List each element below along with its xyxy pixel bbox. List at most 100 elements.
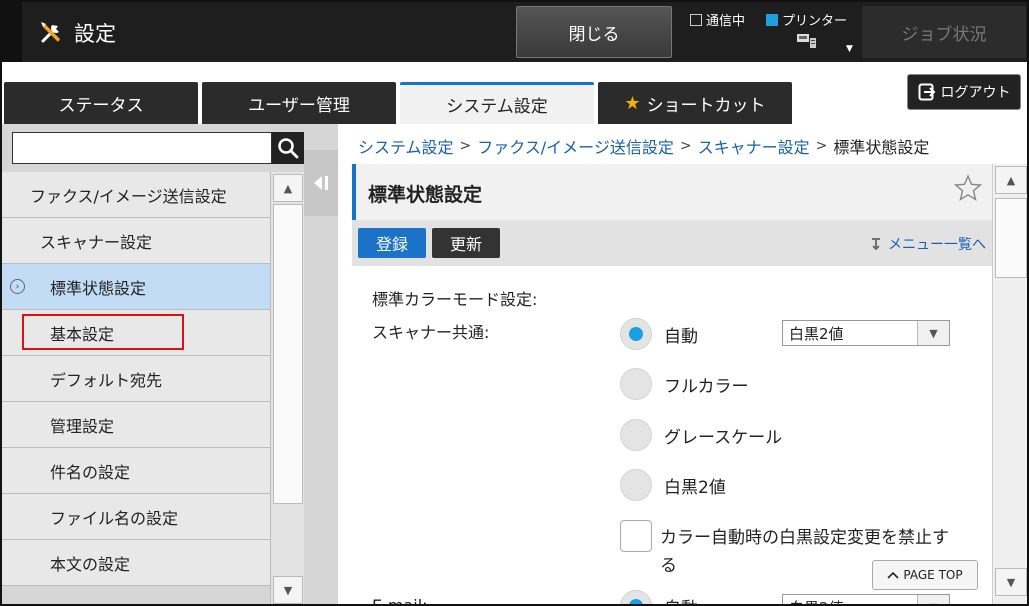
nav-item-default-settings[interactable]: › 標準状態設定 bbox=[2, 264, 270, 310]
search-icon bbox=[278, 138, 299, 159]
nav-item-admin-settings[interactable]: 管理設定 bbox=[2, 402, 270, 448]
breadcrumb-system-settings[interactable]: システム設定 bbox=[358, 134, 454, 158]
status-printer: プリンター bbox=[766, 10, 847, 29]
breadcrumb-fax-image-send[interactable]: ファクス/イメージ送信設定 bbox=[477, 134, 674, 158]
sidebar-scroll-thumb[interactable] bbox=[273, 204, 303, 504]
dropdown-arrow-icon[interactable]: ▼ bbox=[917, 321, 949, 345]
radio-auto[interactable]: 自動 bbox=[620, 318, 698, 350]
tab-user-management[interactable]: ユーザー管理 bbox=[202, 82, 396, 124]
nav-item-label: ファクス/イメージ送信設定 bbox=[30, 186, 227, 206]
email-select[interactable]: 白黒2値 ▼ bbox=[782, 594, 950, 605]
chevron-up-icon bbox=[887, 571, 899, 579]
nav-item-label: 本文の設定 bbox=[50, 554, 131, 574]
nav-item-fax-image-send[interactable]: ファクス/イメージ送信設定 bbox=[2, 172, 270, 218]
breadcrumb-current: 標準状態設定 bbox=[833, 138, 930, 157]
close-button[interactable]: 閉じる bbox=[516, 6, 672, 58]
search-input[interactable] bbox=[12, 132, 272, 164]
nav-item-label: 管理設定 bbox=[50, 416, 115, 436]
main-content: システム設定 > ファクス/イメージ送信設定 > スキャナー設定 > 標準状態設… bbox=[338, 124, 1027, 605]
highlight-box bbox=[22, 314, 184, 350]
scroll-up-button[interactable]: ▲ bbox=[995, 166, 1027, 194]
star-icon: ★ bbox=[624, 92, 641, 114]
scroll-up-button[interactable]: ▲ bbox=[273, 174, 303, 202]
page-title-bar: 標準状態設定 bbox=[352, 164, 994, 220]
actions-bar: 登録 更新 メニュー一覧へ bbox=[352, 220, 994, 266]
update-button[interactable]: 更新 bbox=[432, 228, 500, 258]
nav-item-body-settings[interactable]: 本文の設定 bbox=[2, 540, 270, 586]
printer-icon[interactable] bbox=[796, 32, 818, 48]
app-window: 設定 閉じる 通信中 プリンター ▼ ジョブ状況 ステータス ユーザー管理 シス… bbox=[0, 0, 1029, 606]
caret-down-icon[interactable]: ▼ bbox=[846, 44, 853, 54]
nav-list: ファクス/イメージ送信設定 スキャナー設定 › 標準状態設定 基本設定 デフォル… bbox=[2, 172, 270, 586]
color-mode-label: 標準カラーモード設定: bbox=[372, 290, 538, 309]
breadcrumb: システム設定 > ファクス/イメージ送信設定 > スキャナー設定 > 標準状態設… bbox=[358, 134, 929, 158]
page-title: 標準状態設定 bbox=[368, 184, 483, 206]
breadcrumb-scanner-settings[interactable]: スキャナー設定 bbox=[698, 134, 810, 158]
radio-label: 自動 bbox=[664, 326, 698, 347]
tab-bar: ステータス ユーザー管理 システム設定 ★ ショートカット ログアウト bbox=[2, 62, 1027, 124]
search-button[interactable] bbox=[272, 132, 304, 164]
radio-label: グレースケール bbox=[664, 427, 783, 448]
scanner-common-select[interactable]: 白黒2値 ▼ bbox=[782, 320, 950, 346]
select-value: 白黒2値 bbox=[789, 324, 844, 343]
nav-item-label: ファイル名の設定 bbox=[50, 508, 179, 528]
radio-label: 自動 bbox=[664, 594, 698, 605]
radio-grayscale[interactable]: グレースケール bbox=[620, 419, 782, 451]
app-title-text: 設定 bbox=[74, 22, 116, 46]
logout-label: ログアウト bbox=[940, 85, 1011, 101]
radio-mono[interactable]: 白黒2値 bbox=[620, 469, 726, 501]
breadcrumb-separator: > bbox=[679, 138, 692, 154]
sidebar: ファクス/イメージ送信設定 スキャナー設定 › 標準状態設定 基本設定 デフォル… bbox=[2, 124, 338, 604]
radio-full-color[interactable]: フルカラー bbox=[620, 368, 749, 400]
tab-shortcut-label: ショートカット bbox=[646, 95, 766, 116]
app-title: 設定 bbox=[38, 18, 116, 48]
logout-icon bbox=[918, 83, 935, 101]
tab-status[interactable]: ステータス bbox=[4, 82, 198, 124]
breadcrumb-separator: > bbox=[459, 138, 472, 154]
page-top-label: PAGE TOP bbox=[903, 568, 963, 582]
scanner-common-label: スキャナー共通: bbox=[372, 323, 490, 342]
radio-button[interactable] bbox=[620, 469, 652, 501]
radio-button[interactable] bbox=[620, 419, 652, 451]
radio-selected-dot bbox=[629, 327, 643, 341]
radio-button[interactable] bbox=[620, 590, 652, 604]
favorite-star-icon[interactable] bbox=[954, 174, 982, 202]
status-printer-label: プリンター bbox=[782, 14, 848, 29]
status-comm: 通信中 bbox=[690, 10, 745, 29]
collapse-left-icon bbox=[314, 176, 328, 190]
menu-list-label: メニュー一覧へ bbox=[888, 237, 986, 253]
sidebar-scrollbar[interactable]: ▲ ▼ bbox=[270, 172, 304, 604]
nav-item-filename-settings[interactable]: ファイル名の設定 bbox=[2, 494, 270, 540]
page-top-button[interactable]: PAGE TOP bbox=[872, 560, 978, 590]
top-bar: 設定 閉じる 通信中 プリンター ▼ ジョブ状況 bbox=[2, 2, 1027, 62]
logout-button[interactable]: ログアウト bbox=[907, 74, 1021, 110]
radio-email-auto[interactable]: 自動 bbox=[620, 590, 698, 605]
tools-icon bbox=[41, 22, 60, 43]
nav-item-label: スキャナー設定 bbox=[40, 232, 153, 252]
dropdown-arrow-icon[interactable]: ▼ bbox=[917, 595, 949, 604]
nav-item-subject-settings[interactable]: 件名の設定 bbox=[2, 448, 270, 494]
return-icon bbox=[872, 238, 880, 251]
nav-item-default-destination[interactable]: デフォルト宛先 bbox=[2, 356, 270, 402]
job-status-button[interactable]: ジョブ状況 bbox=[862, 6, 1026, 58]
select-value: 白黒2値 bbox=[789, 597, 844, 605]
selected-chevron-icon: › bbox=[10, 279, 25, 294]
radio-button[interactable] bbox=[620, 318, 652, 350]
scroll-down-button[interactable]: ▼ bbox=[995, 568, 1027, 596]
tab-system-settings[interactable]: システム設定 bbox=[400, 82, 594, 124]
status-comm-label: 通信中 bbox=[706, 14, 746, 29]
main-scroll-thumb[interactable] bbox=[995, 198, 1027, 278]
nav-item-scanner-settings[interactable]: スキャナー設定 bbox=[2, 218, 270, 264]
tab-shortcut[interactable]: ★ ショートカット bbox=[598, 82, 792, 124]
nav-item-label: 件名の設定 bbox=[50, 462, 131, 482]
menu-list-link[interactable]: メニュー一覧へ bbox=[869, 234, 986, 254]
main-scrollbar[interactable]: ▲ ▼ bbox=[992, 164, 1027, 604]
sidebar-collapse-button[interactable] bbox=[304, 150, 338, 216]
scroll-down-button[interactable]: ▼ bbox=[273, 576, 303, 604]
nav-item-label: 標準状態設定 bbox=[50, 278, 147, 298]
register-button[interactable]: 登録 bbox=[358, 228, 426, 258]
radio-button[interactable] bbox=[620, 368, 652, 400]
radio-label: 白黒2値 bbox=[664, 477, 726, 498]
breadcrumb-separator: > bbox=[815, 138, 828, 154]
prohibit-mono-change-checkbox[interactable] bbox=[620, 520, 652, 552]
